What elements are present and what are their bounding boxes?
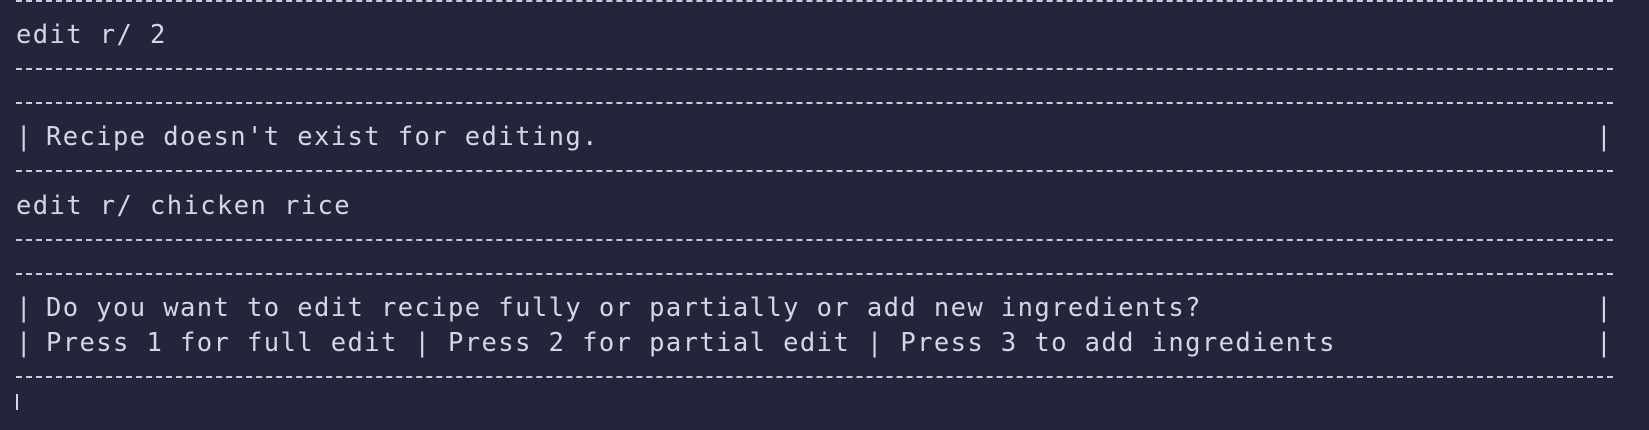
message-row: | Press 1 for full edit | Press 2 for pa… — [16, 325, 1613, 361]
message-row: | Do you want to edit recipe fully or pa… — [16, 290, 1613, 326]
separator-line — [16, 0, 1613, 2]
terminal-output[interactable]: edit r/ 2 | Recipe doesn't exist for edi… — [0, 0, 1649, 430]
message-text: Recipe doesn't exist for editing. — [46, 122, 599, 152]
separator-line — [16, 239, 1613, 241]
box-border-left: | — [16, 122, 33, 152]
separator-line — [16, 102, 1613, 104]
box-border-left: | — [16, 293, 33, 323]
message-row: | Recipe doesn't exist for editing. | — [16, 119, 1613, 155]
box-border-right: | — [1596, 122, 1613, 152]
separator-line — [16, 376, 1613, 378]
box-border-left: | — [16, 328, 33, 358]
separator-line — [16, 68, 1613, 70]
separator-line — [16, 273, 1613, 275]
command-line: edit r/ chicken rice — [16, 191, 352, 221]
command-line: edit r/ 2 — [16, 20, 167, 50]
box-border-right: | — [1596, 328, 1613, 358]
text-cursor[interactable] — [16, 394, 18, 410]
message-text: Press 1 for full edit | Press 2 for part… — [46, 328, 1336, 358]
box-border-right: | — [1596, 293, 1613, 323]
message-text: Do you want to edit recipe fully or part… — [46, 293, 1202, 323]
separator-line — [16, 170, 1613, 172]
